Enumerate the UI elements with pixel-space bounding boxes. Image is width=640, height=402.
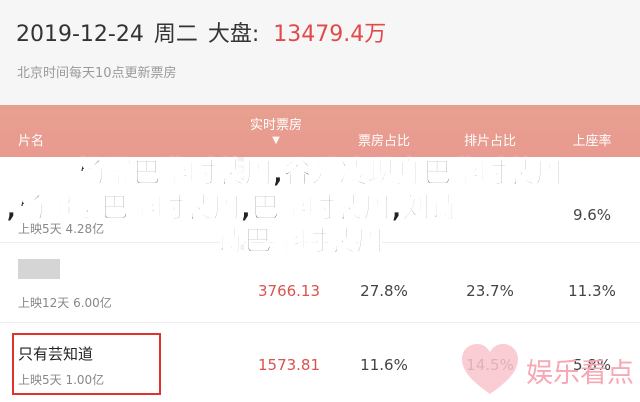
total-box-office: 13479.4万 bbox=[273, 22, 387, 47]
watermark: 娱乐看点 bbox=[460, 342, 634, 398]
column-header-title: 片名 bbox=[18, 134, 45, 149]
date-text: 2019-12-24 bbox=[16, 22, 144, 47]
overlay-caption-line-1: 杨幂巴黎时装周,谷爱凌现身巴黎时装周 bbox=[76, 156, 564, 189]
table-header: 片名 实时票房 ▼ 票房占比 排片占比 上座率 bbox=[0, 105, 640, 157]
table-row[interactable]: 上映12天 6.00亿 3766.13 27.8% 23.7% 11.3% bbox=[0, 250, 640, 323]
attendance-value: 11.3% bbox=[568, 282, 616, 300]
header-panel: 2019-12-24 周二 大盘: 13479.4万 北京时间每天10点更新票房 bbox=[0, 0, 640, 105]
heart-icon bbox=[462, 344, 518, 394]
sort-arrow-icon: ▼ bbox=[272, 135, 280, 146]
box-office-value: 3766.13 bbox=[257, 282, 321, 300]
column-header-screen-share[interactable]: 排片占比 bbox=[450, 133, 530, 151]
weekday-text: 周二 bbox=[153, 22, 198, 47]
box-share-value: 11.6% bbox=[360, 356, 408, 374]
movie-meta: 上映12天 6.00亿 bbox=[18, 296, 112, 310]
date-line: 2019-12-24 周二 大盘: 13479.4万 bbox=[16, 16, 386, 48]
highlight-box bbox=[12, 333, 161, 395]
column-header-realtime[interactable]: 实时票房 ▼ bbox=[236, 117, 316, 147]
screen-share-value: 23.7% bbox=[466, 282, 514, 300]
box-office-value: 1573.81 bbox=[257, 356, 321, 374]
watermark-text: 娱乐看点 bbox=[526, 357, 634, 389]
movie-poster-thumbnail bbox=[18, 259, 60, 279]
column-header-box-share[interactable]: 票房占比 bbox=[344, 133, 424, 151]
board-label: 大盘: bbox=[207, 22, 260, 47]
column-header-attendance[interactable]: 上座率 bbox=[552, 133, 632, 151]
update-note: 北京时间每天10点更新票房 bbox=[17, 66, 177, 81]
overlay-caption-line-2: ,杨超越巴黎时装周,巴黎时装周,刘诗 bbox=[6, 191, 459, 224]
box-share-value: 27.8% bbox=[360, 282, 408, 300]
overlay-caption-line-3: 诗巴黎时装周 bbox=[216, 224, 385, 257]
column-header-realtime-label: 实时票房 bbox=[249, 118, 302, 133]
